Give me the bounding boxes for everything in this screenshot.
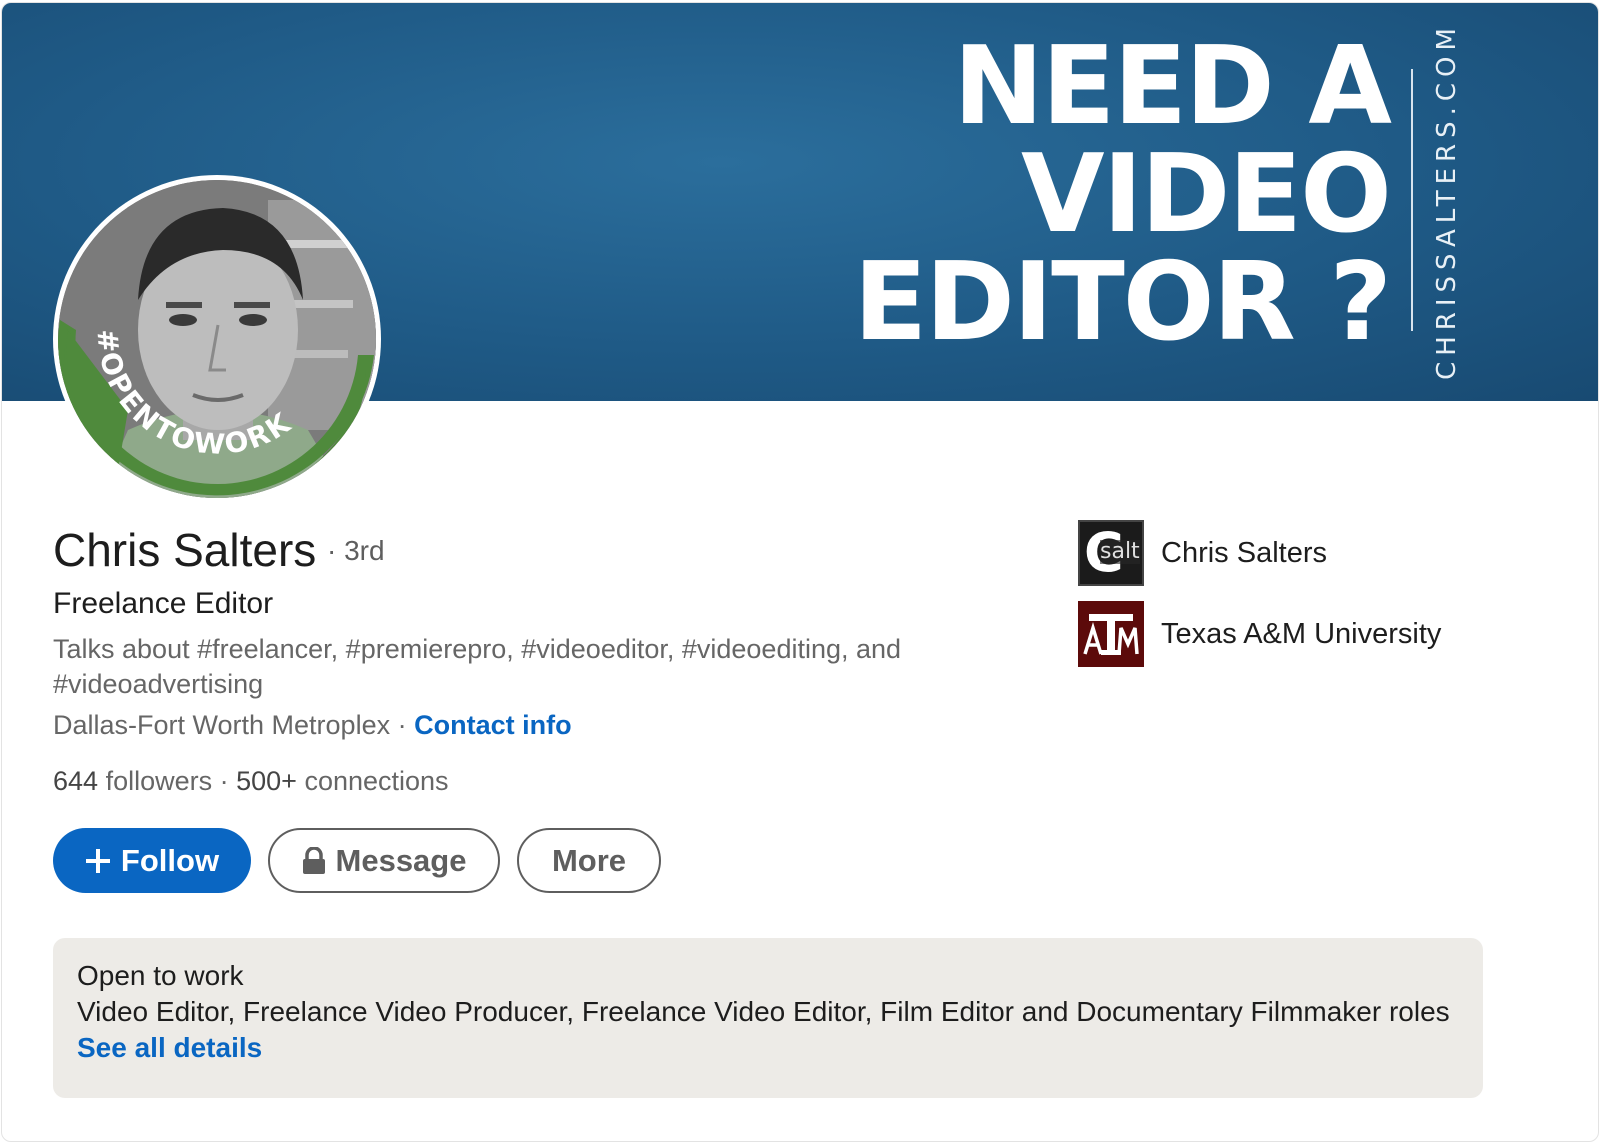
stats-separator: · xyxy=(212,766,237,796)
company-name: Chris Salters xyxy=(1161,536,1327,569)
salt-logo-icon: C salt xyxy=(1078,520,1144,586)
connection-degree: · 3rd xyxy=(327,535,385,566)
open-to-work-card: Open to work Video Editor, Freelance Vid… xyxy=(53,938,1483,1098)
banner-headline-line: NEED A xyxy=(953,24,1392,149)
plus-icon xyxy=(85,848,111,874)
banner-headline-line: EDITOR ? xyxy=(853,240,1392,365)
open-to-work-roles: Video Editor, Freelance Video Producer, … xyxy=(77,996,1450,1027)
profile-card: NEED A VIDEO EDITOR ? CHRISSALTERS.COM #… xyxy=(1,2,1599,1142)
banner-website-text: CHRISSALTERS.COM xyxy=(1432,22,1462,380)
see-all-details-link[interactable]: See all details xyxy=(77,1030,1459,1066)
follow-label: Follow xyxy=(120,842,220,878)
follow-button[interactable]: Follow xyxy=(53,828,251,893)
connections-count: 500+ xyxy=(236,766,297,796)
location-text: Dallas-Fort Worth Metroplex xyxy=(53,710,391,740)
tamu-logo-icon xyxy=(1078,601,1144,667)
separator: · xyxy=(390,710,415,740)
profile-photo[interactable]: #OPENTOWORK xyxy=(53,175,381,503)
followers-count: 644 xyxy=(53,766,99,796)
banner-headline-line: VIDEO xyxy=(1020,132,1392,257)
more-label: More xyxy=(551,842,627,878)
profile-name: Chris Salters xyxy=(53,524,317,576)
education-school[interactable]: Texas A&M University xyxy=(1078,601,1441,667)
current-company[interactable]: C salt Chris Salters xyxy=(1078,520,1327,586)
school-name: Texas A&M University xyxy=(1161,617,1442,650)
avatar-photo-icon: #OPENTOWORK xyxy=(58,180,376,498)
talks-about: Talks about #freelancer, #premierepro, #… xyxy=(53,634,902,699)
stats-row: 644 followers · 500+ connections xyxy=(53,766,449,797)
contact-info-link[interactable]: Contact info xyxy=(414,710,571,740)
profile-headline: Freelance Editor xyxy=(53,587,274,620)
avatar: #OPENTOWORK xyxy=(58,180,376,498)
more-button[interactable]: More xyxy=(517,828,661,893)
lock-icon xyxy=(302,846,326,875)
followers-label: followers xyxy=(98,766,213,796)
banner-divider xyxy=(1411,69,1413,331)
message-label: Message xyxy=(335,842,467,878)
message-button[interactable]: Message xyxy=(268,828,500,893)
open-to-work-title: Open to work xyxy=(77,960,244,991)
connections-label: connections xyxy=(296,766,449,796)
salt-logo-text: salt xyxy=(1100,539,1140,564)
banner-headline: NEED A VIDEO EDITOR ? xyxy=(853,24,1392,365)
location-row: Dallas-Fort Worth Metroplex · Contact in… xyxy=(53,710,572,741)
